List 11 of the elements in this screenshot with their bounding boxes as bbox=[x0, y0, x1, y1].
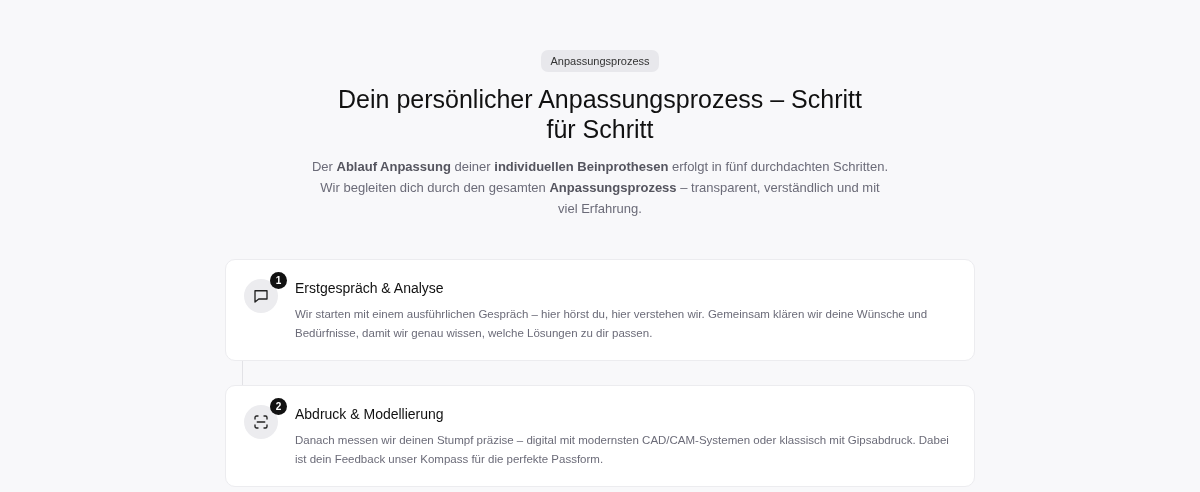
chat-icon bbox=[252, 287, 270, 305]
section-tag: Anpassungsprozess bbox=[541, 50, 659, 72]
step-number: 1 bbox=[270, 272, 287, 289]
step-description: Wir starten mit einem ausführlichen Gespräch – hier hörst du, hier verstehen wir. Gemeinsam klären wir deine Wünsche und Bedürfnisse, damit wir genau wissen, welche Lösungen zu dir passen. bbox=[295, 307, 929, 341]
step-number: 2 bbox=[270, 398, 287, 415]
scan-icon bbox=[252, 413, 270, 431]
section-heading: Dein persönlicher Anpassungsprozess – Schritt für Schritt bbox=[337, 84, 863, 144]
step-description: Danach messen wir deinen Stumpf präzise – digital mit modernsten CAD/CAM-Systemen oder klassisch mit Gipsabdruck. Dabei ist dein Feedback unser Kompass für die perfekte Passform. bbox=[295, 433, 950, 467]
intro-paragraph: Der Ablauf Anpassung deiner individuellen Beinprothesen erfolgt in fünf durchdachten Schritten. Wir begleiten dich durch den gesamten Anpassungsprozess – transparent, verständlich und mit viel Erfahrung. bbox=[310, 158, 890, 218]
step-title: Erstgespräch & Analyse bbox=[295, 280, 445, 296]
step-title: Abdruck & Modellierung bbox=[295, 406, 445, 422]
